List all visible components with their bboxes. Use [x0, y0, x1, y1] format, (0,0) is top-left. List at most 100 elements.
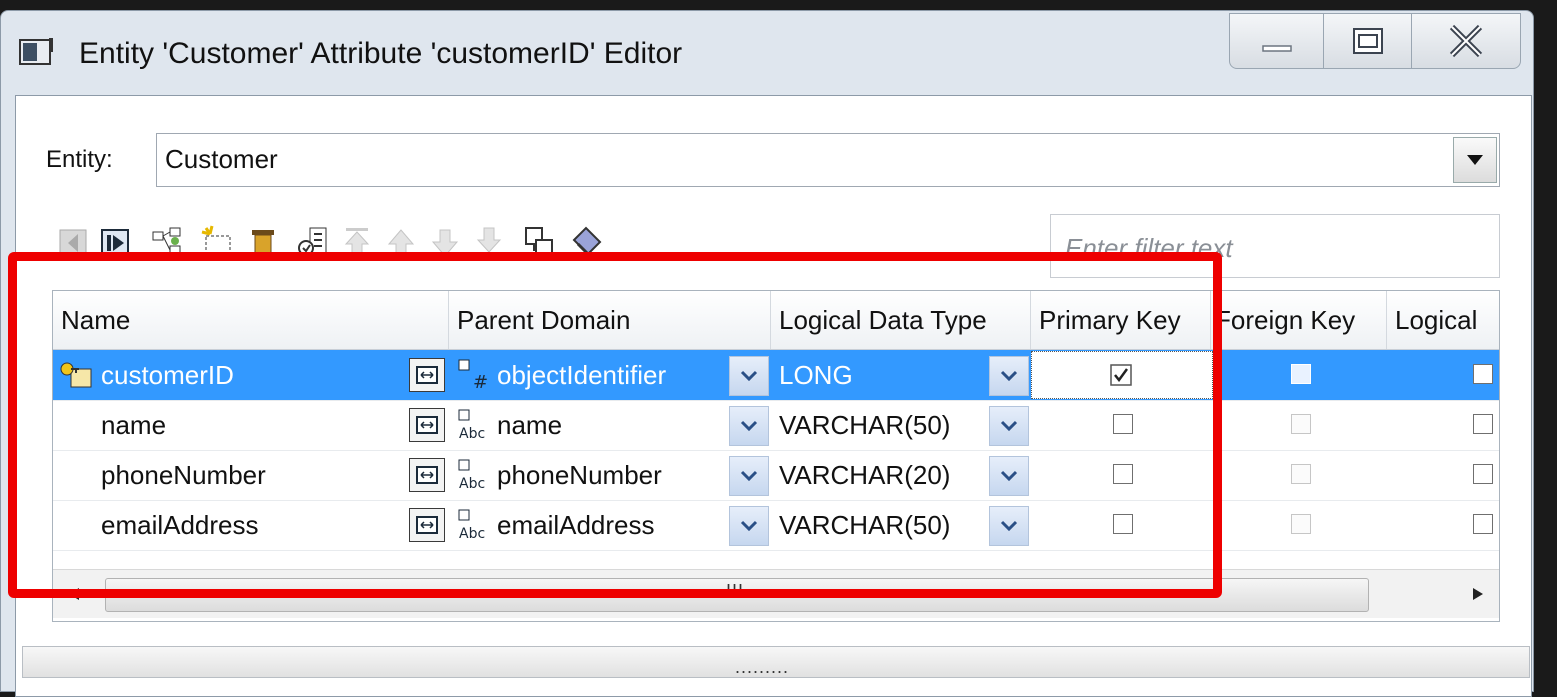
chevron-down-icon	[740, 370, 758, 382]
logical-checkbox[interactable]	[1473, 514, 1493, 534]
edit-name-button[interactable]	[409, 458, 445, 492]
close-icon	[1449, 24, 1483, 58]
logical-data-type-dropdown[interactable]	[989, 406, 1029, 446]
primary-key-checkbox[interactable]	[1113, 464, 1133, 484]
svg-text:Abc: Abc	[459, 476, 485, 492]
primary-key-checkbox[interactable]	[1113, 514, 1133, 534]
text-domain-icon: Abc	[458, 409, 485, 442]
window-controls	[1229, 11, 1529, 69]
number-domain-icon: #	[458, 359, 488, 392]
move-up-icon	[387, 229, 415, 257]
table-row[interactable]: phoneNumber Abc phoneNumber VARCHAR(20)	[53, 450, 1499, 501]
entity-combobox[interactable]: Customer	[156, 133, 1500, 187]
column-header-name[interactable]: Name	[53, 291, 449, 349]
edit-icon	[416, 466, 438, 484]
parent-domain-value[interactable]: objectIdentifier	[497, 350, 666, 400]
title-bar[interactable]: Entity 'Customer' Attribute 'customerID'…	[1, 11, 1533, 91]
svg-text:Abc: Abc	[459, 426, 485, 442]
attributes-table: Name Parent Domain Logical Data Type Pri…	[52, 290, 1500, 622]
attribute-name[interactable]: phoneNumber	[101, 450, 266, 500]
text-domain-icon: Abc	[458, 459, 485, 492]
edit-icon	[416, 516, 438, 534]
editor-client-area: Entity: Customer Enter filter text Name …	[15, 95, 1532, 697]
chevron-down-icon	[740, 520, 758, 532]
minimize-button[interactable]	[1229, 13, 1325, 69]
primary-key-icon	[60, 362, 92, 388]
filter-placeholder: Enter filter text	[1065, 233, 1233, 263]
edit-icon	[416, 416, 438, 434]
scroll-left-icon[interactable]	[67, 586, 81, 602]
tag-icon[interactable]	[570, 224, 604, 260]
parent-domain-dropdown[interactable]	[729, 456, 769, 496]
toolbar	[56, 224, 796, 264]
column-header-logical[interactable]: Logical	[1387, 291, 1499, 349]
scroll-grip: III	[726, 581, 745, 601]
move-bottom-icon	[476, 227, 502, 257]
delete-icon[interactable]	[246, 224, 280, 260]
logical-data-type-dropdown[interactable]	[989, 506, 1029, 546]
maximize-button[interactable]	[1323, 13, 1413, 69]
attribute-name[interactable]: emailAddress	[101, 500, 259, 550]
attribute-name[interactable]: name	[101, 400, 166, 450]
column-header-parent-domain[interactable]: Parent Domain	[449, 291, 771, 349]
logical-data-type-value[interactable]: VARCHAR(50)	[779, 400, 950, 450]
entity-label: Entity:	[46, 146, 113, 173]
scroll-right-icon[interactable]	[1471, 586, 1485, 602]
attribute-name[interactable]: customerID	[101, 350, 234, 400]
primary-key-checkbox[interactable]	[1113, 414, 1133, 434]
horizontal-scrollbar[interactable]: III	[53, 569, 1499, 618]
parent-domain-value[interactable]: phoneNumber	[497, 450, 662, 500]
foreign-key-checkbox	[1291, 464, 1311, 484]
app-icon	[19, 38, 53, 65]
column-header-logical-data-type[interactable]: Logical Data Type	[771, 291, 1031, 349]
filter-input[interactable]: Enter filter text	[1050, 214, 1500, 278]
edit-icon	[416, 366, 438, 384]
foreign-key-checkbox	[1291, 414, 1311, 434]
chevron-down-icon	[1467, 155, 1483, 165]
nav-first-icon[interactable]	[56, 224, 90, 260]
edit-name-button[interactable]	[409, 358, 445, 392]
parent-domain-dropdown[interactable]	[729, 356, 769, 396]
new-attribute-icon[interactable]	[200, 224, 234, 260]
chevron-down-icon	[1000, 470, 1018, 482]
logical-data-type-value[interactable]: VARCHAR(20)	[779, 450, 950, 500]
edit-name-button[interactable]	[409, 408, 445, 442]
chevron-down-icon	[740, 470, 758, 482]
chevron-down-icon	[740, 420, 758, 432]
splitter-bar[interactable]: .........	[22, 646, 1530, 678]
scrollbar-thumb[interactable]: III	[105, 578, 1369, 612]
entity-value: Customer	[165, 144, 278, 174]
edit-name-button[interactable]	[409, 508, 445, 542]
parent-domain-value[interactable]: emailAddress	[497, 500, 655, 550]
copy-icon[interactable]	[522, 224, 556, 260]
nav-last-icon[interactable]	[98, 224, 132, 260]
primary-key-cell-focus	[1031, 351, 1213, 399]
column-header-foreign-key[interactable]: Foreign Key	[1211, 291, 1387, 349]
move-top-icon	[344, 228, 370, 257]
close-button[interactable]	[1411, 13, 1521, 69]
table-row[interactable]: name Abc name VARCHAR(50)	[53, 400, 1499, 451]
parent-domain-dropdown[interactable]	[729, 406, 769, 446]
table-row[interactable]: emailAddress Abc emailAddress VARCHAR(50…	[53, 500, 1499, 551]
primary-key-checkbox[interactable]	[1110, 364, 1132, 386]
logical-checkbox[interactable]	[1473, 414, 1493, 434]
logical-checkbox[interactable]	[1473, 464, 1493, 484]
parent-domain-dropdown[interactable]	[729, 506, 769, 546]
logical-data-type-value[interactable]: LONG	[779, 350, 853, 400]
chevron-down-icon	[1000, 520, 1018, 532]
svg-text:Abc: Abc	[459, 526, 485, 542]
minimize-icon	[1262, 45, 1292, 52]
table-row[interactable]: customerID # objectIdentifier LONG	[53, 350, 1499, 401]
logical-data-type-dropdown[interactable]	[989, 356, 1029, 396]
entity-dropdown-button[interactable]	[1453, 137, 1497, 183]
properties-icon[interactable]	[296, 224, 330, 260]
window-title: Entity 'Customer' Attribute 'customerID'…	[79, 37, 683, 70]
chevron-down-icon	[1000, 370, 1018, 382]
column-header-primary-key[interactable]: Primary Key	[1031, 291, 1211, 349]
logical-data-type-dropdown[interactable]	[989, 456, 1029, 496]
add-tree-icon[interactable]	[150, 224, 184, 260]
logical-data-type-value[interactable]: VARCHAR(50)	[779, 500, 950, 550]
parent-domain-value[interactable]: name	[497, 400, 562, 450]
text-domain-icon: Abc	[458, 509, 485, 542]
logical-checkbox[interactable]	[1473, 364, 1493, 384]
